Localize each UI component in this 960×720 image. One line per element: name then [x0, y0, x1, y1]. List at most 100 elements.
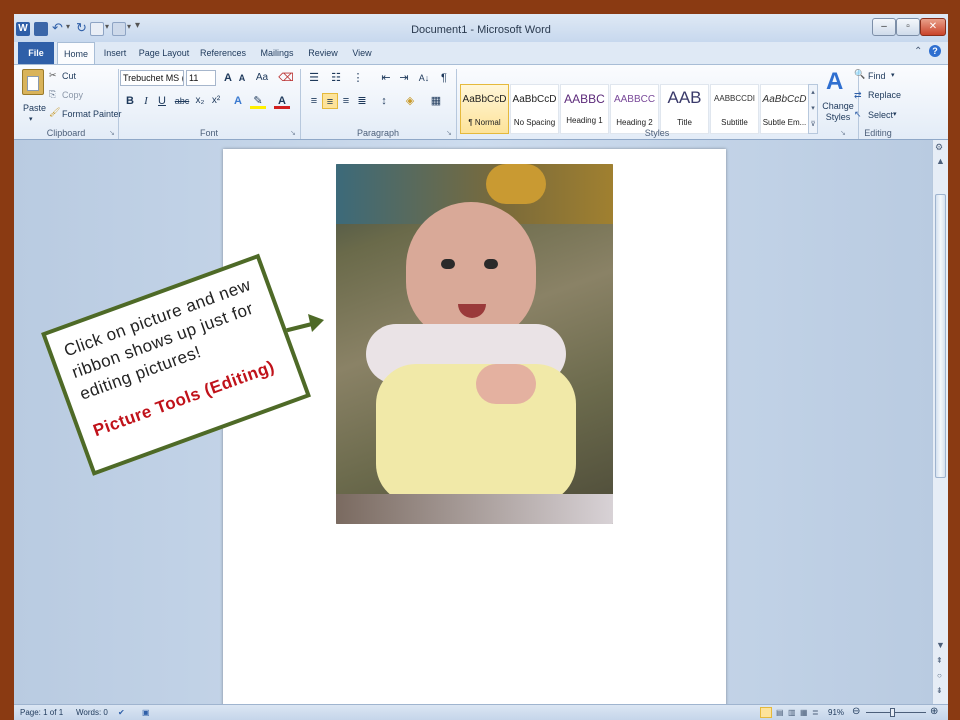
tab-references[interactable]: References — [198, 42, 248, 64]
style-subtitle[interactable]: AABBCCDI Subtitle — [710, 84, 759, 134]
proofing-icon[interactable]: ✔ — [118, 708, 125, 717]
draft-view-icon[interactable]: ≣ — [812, 708, 819, 717]
scroll-up-icon[interactable]: ▲ — [936, 156, 945, 166]
italic-icon[interactable]: I — [138, 93, 154, 109]
style-subtle-emphasis[interactable]: AaBbCcD Subtle Em... — [760, 84, 809, 134]
change-styles-label[interactable]: Change Styles — [820, 101, 856, 123]
paragraph-launcher-icon[interactable]: ↘ — [446, 129, 452, 137]
clipboard-launcher-icon[interactable]: ↘ — [109, 129, 115, 137]
outline-view-icon[interactable]: ▦ — [800, 708, 808, 717]
bold-icon[interactable]: B — [122, 93, 138, 109]
styles-gallery-scroll[interactable]: ▴ ▾ ⊽ — [808, 84, 818, 134]
zoom-slider-thumb[interactable] — [890, 708, 895, 717]
vertical-scrollbar[interactable]: ⚙ ▲ ▼ ⇞ ○ ⇟ — [932, 140, 948, 704]
change-case-icon[interactable]: Aa — [254, 70, 270, 86]
print-layout-view-icon[interactable] — [760, 707, 772, 718]
tab-review[interactable]: Review — [306, 42, 340, 64]
styles-launcher-icon[interactable]: ↘ — [840, 129, 846, 137]
ruler-toggle-icon[interactable]: ⚙ — [935, 142, 943, 153]
zoom-in-icon[interactable]: ⊕ — [930, 706, 938, 717]
baby-photo[interactable] — [336, 164, 613, 524]
close-button[interactable]: ✕ — [920, 18, 946, 36]
help-icon[interactable]: ? — [929, 45, 941, 57]
decrease-indent-icon[interactable]: ⇤ — [378, 70, 394, 86]
maximize-button[interactable]: ▫ — [896, 18, 920, 36]
copy-icon[interactable]: ⎘ — [49, 89, 56, 100]
find-dropdown-icon[interactable]: ▾ — [891, 71, 895, 79]
macro-record-icon[interactable]: ▣ — [142, 708, 150, 717]
numbering-icon[interactable]: ☷ — [328, 70, 344, 86]
subscript-icon[interactable]: x₂ — [192, 93, 208, 109]
cut-label[interactable]: Cut — [62, 71, 76, 81]
line-spacing-icon[interactable]: ↕ — [376, 93, 392, 109]
page-count[interactable]: Page: 1 of 1 — [20, 708, 63, 717]
tab-mailings[interactable]: Mailings — [256, 42, 298, 64]
minimize-button[interactable]: – — [872, 18, 896, 36]
superscript-icon[interactable]: x² — [208, 93, 224, 109]
replace-label[interactable]: Replace — [868, 90, 901, 100]
shading-icon[interactable]: ◈ — [402, 93, 418, 109]
borders-icon[interactable]: ▦ — [428, 93, 444, 109]
text-effects-icon[interactable]: A — [230, 93, 246, 109]
paste-icon[interactable] — [22, 69, 44, 95]
style-name: Title — [677, 118, 692, 127]
select-icon[interactable]: ↖ — [854, 109, 862, 120]
minimize-ribbon-icon[interactable]: ⌃ — [914, 46, 922, 57]
web-layout-icon[interactable]: ▥ — [788, 708, 796, 717]
full-screen-reading-icon[interactable]: ▤ — [776, 708, 784, 717]
style-heading-1[interactable]: AABBC Heading 1 — [560, 84, 609, 134]
align-center-icon[interactable]: ≡ — [322, 93, 338, 109]
multilevel-list-icon[interactable]: ⋮ — [350, 70, 366, 86]
align-right-icon[interactable]: ≡ — [338, 93, 354, 109]
font-name-combo[interactable]: Trebuchet MS (H — [120, 70, 184, 86]
select-label[interactable]: Select — [868, 110, 893, 120]
highlight-color-icon[interactable]: ✎ — [250, 93, 266, 109]
zoom-slider-track[interactable] — [866, 712, 926, 713]
font-launcher-icon[interactable]: ↘ — [290, 129, 296, 137]
find-icon[interactable]: 🔍 — [854, 69, 865, 80]
format-painter-icon[interactable]: 🖌 — [49, 107, 60, 118]
sort-icon[interactable]: A↓ — [416, 70, 432, 86]
bullets-icon[interactable]: ☰ — [306, 70, 322, 86]
paste-dropdown-icon[interactable]: ▾ — [29, 115, 33, 123]
style-title[interactable]: AAB Title — [660, 84, 709, 134]
status-bar: Page: 1 of 1 Words: 0 ✔ ▣ ▤ ▥ ▦ ≣ 91% ⊖ … — [14, 704, 948, 720]
font-size-combo[interactable]: 11 — [186, 70, 216, 86]
align-left-icon[interactable]: ≡ — [306, 93, 322, 109]
tab-file[interactable]: File — [18, 42, 54, 64]
show-formatting-icon[interactable]: ¶ — [436, 70, 452, 86]
shrink-font-icon[interactable]: A — [234, 70, 250, 86]
select-dropdown-icon[interactable]: ▾ — [893, 110, 897, 118]
home-ribbon: Paste ▾ ✂ Cut ⎘ Copy 🖌 Format Painter Cl… — [14, 64, 948, 140]
tab-insert[interactable]: Insert — [99, 42, 131, 64]
strikethrough-icon[interactable]: abc — [174, 93, 190, 109]
format-painter-label[interactable]: Format Painter — [62, 109, 122, 119]
scroll-thumb[interactable] — [935, 194, 946, 478]
previous-page-icon[interactable]: ⇞ — [936, 656, 943, 665]
tab-view[interactable]: View — [348, 42, 376, 64]
justify-icon[interactable]: ≣ — [354, 93, 370, 109]
font-group-label: Font — [199, 128, 218, 138]
paste-label[interactable]: Paste — [23, 103, 46, 113]
zoom-out-icon[interactable]: ⊖ — [852, 706, 860, 717]
style-heading-2[interactable]: AABBCC Heading 2 — [610, 84, 659, 134]
word-count[interactable]: Words: 0 — [76, 708, 108, 717]
find-label[interactable]: Find — [868, 71, 886, 81]
style-no-spacing[interactable]: AaBbCcD No Spacing — [510, 84, 559, 134]
underline-icon[interactable]: U — [154, 93, 170, 109]
increase-indent-icon[interactable]: ⇥ — [396, 70, 412, 86]
style-sample: AaBbCcD — [512, 94, 557, 105]
scroll-down-icon[interactable]: ▼ — [936, 640, 945, 650]
zoom-level[interactable]: 91% — [828, 708, 844, 717]
clear-formatting-icon[interactable]: ⌫ — [278, 70, 294, 86]
copy-label[interactable]: Copy — [62, 90, 83, 100]
select-browse-object-icon[interactable]: ○ — [937, 671, 942, 680]
tab-home[interactable]: Home — [57, 42, 95, 65]
tab-page-layout[interactable]: Page Layout — [138, 42, 190, 64]
next-page-icon[interactable]: ⇟ — [936, 686, 943, 695]
change-styles-icon[interactable]: A — [826, 68, 843, 96]
replace-icon[interactable]: ⇄ — [854, 90, 862, 101]
font-color-icon[interactable]: A — [274, 93, 290, 109]
style-normal[interactable]: AaBbCcD ¶ Normal — [460, 84, 509, 134]
cut-icon[interactable]: ✂ — [49, 70, 57, 81]
